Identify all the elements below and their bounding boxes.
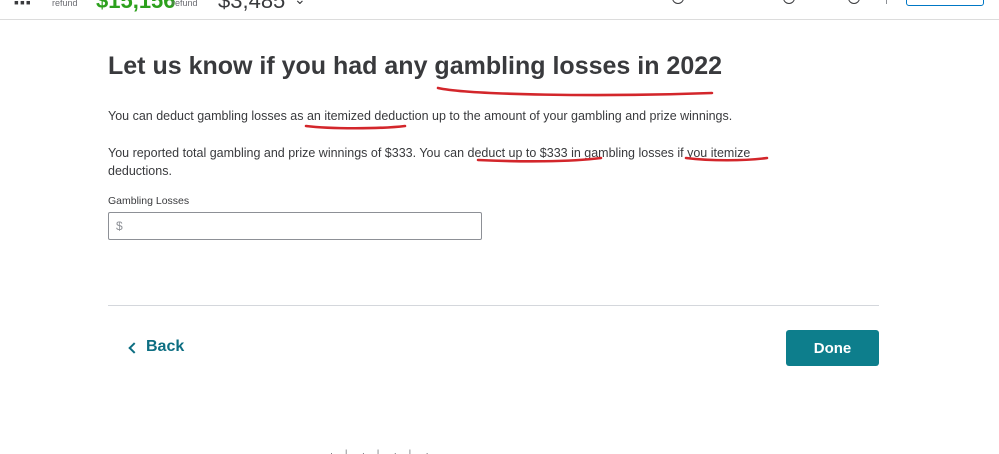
security-icon[interactable] [672, 0, 684, 4]
top-bar: ▪▪▪ refund $15,156 refund $3,485 ⌄ [0, 0, 999, 20]
done-button[interactable]: Done [786, 330, 879, 366]
annotation-underline-title [436, 86, 714, 97]
search-icon[interactable] [783, 0, 795, 4]
state-refund-amount[interactable]: $3,485 [218, 0, 285, 14]
footer-link[interactable]: · [394, 448, 397, 454]
topbar-divider [886, 0, 887, 4]
footer-link[interactable]: · [426, 448, 429, 454]
currency-prefix: $ [116, 219, 123, 233]
back-label: Back [146, 338, 185, 355]
annotation-underline-itemized [304, 124, 407, 130]
intro-text: You can deduct gambling losses as an ite… [108, 109, 733, 123]
footer-link[interactable]: · [330, 448, 333, 454]
apps-grid-icon[interactable]: ▪▪▪ [14, 0, 32, 10]
footer-links: · | · | · | · [330, 448, 429, 454]
gambling-losses-label: Gambling Losses [108, 195, 190, 207]
refund-expand-chevron-icon[interactable]: ⌄ [294, 0, 306, 8]
account-button[interactable] [906, 0, 984, 6]
section-divider [108, 305, 879, 306]
federal-refund-label: refund [52, 0, 78, 8]
state-refund-label: refund [172, 0, 198, 8]
federal-refund-amount[interactable]: $15,156 [96, 0, 176, 14]
gambling-losses-field[interactable]: $ [108, 212, 482, 240]
page-title: Let us know if you had any gambling loss… [108, 52, 723, 80]
gambling-losses-input[interactable] [127, 215, 477, 237]
footer-link[interactable]: · [362, 448, 365, 454]
back-button[interactable]: Back [128, 338, 185, 356]
chevron-left-icon [128, 341, 140, 354]
help-icon[interactable] [848, 0, 860, 4]
detail-text: You reported total gambling and prize wi… [108, 146, 751, 178]
